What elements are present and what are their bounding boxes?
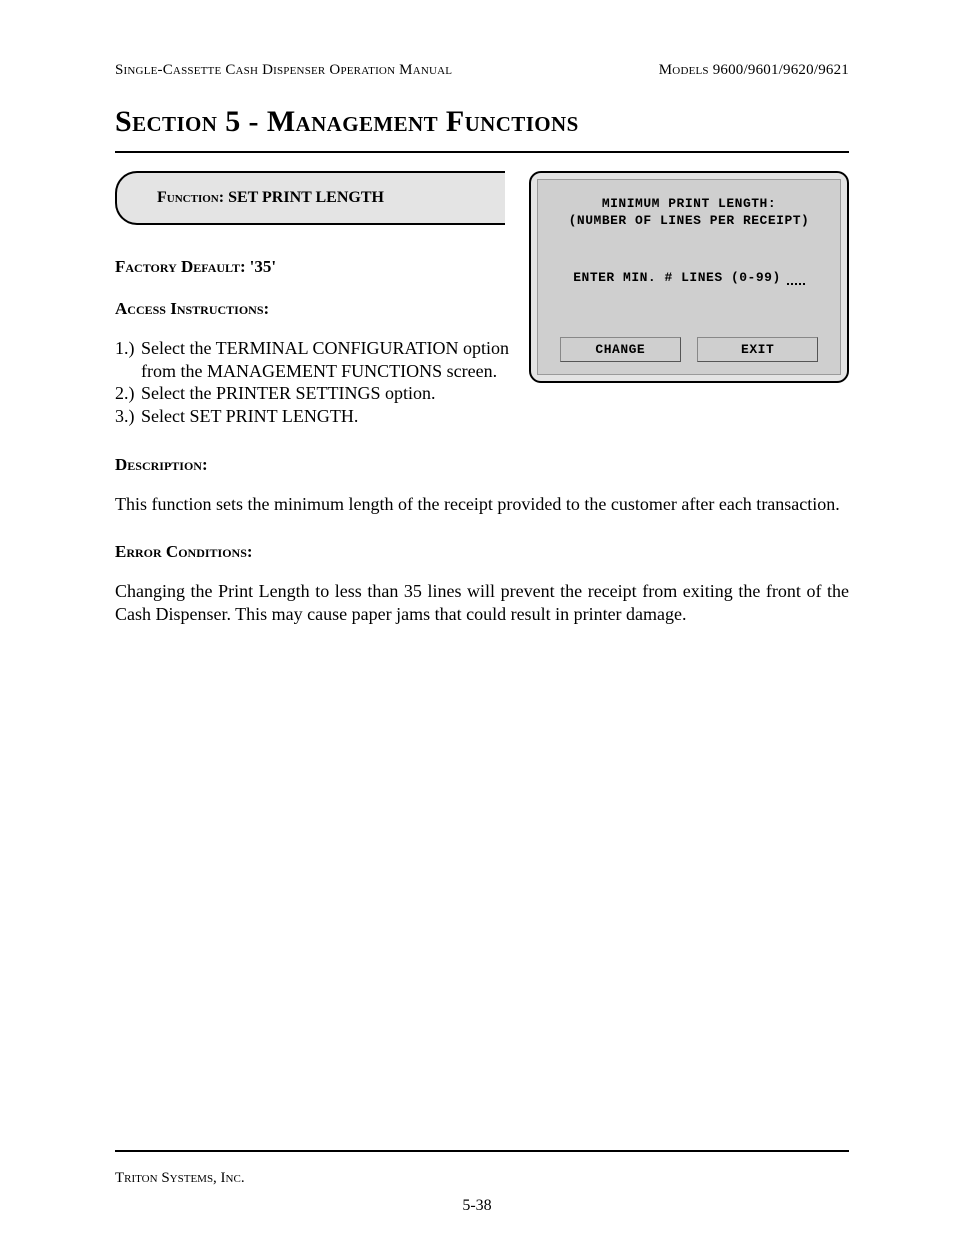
function-tab-container: Function: SET PRINT LENGTH <box>115 171 521 231</box>
error-conditions-text: Changing the Print Length to less than 3… <box>115 580 849 627</box>
page-footer: Triton Systems, Inc. <box>115 1150 849 1187</box>
change-button[interactable]: CHANGE <box>560 337 681 362</box>
description-text: This function sets the minimum length of… <box>115 493 849 516</box>
header-right: Models 9600/9601/9620/9621 <box>659 62 849 79</box>
content-row: Function: SET PRINT LENGTH Factory Defau… <box>115 171 849 427</box>
terminal-screen-frame: MINIMUM PRINT LENGTH: (NUMBER OF LINES P… <box>529 171 849 383</box>
step-3-number: 3.) <box>115 405 141 428</box>
screen-title-line2: (NUMBER OF LINES PER RECEIPT) <box>546 213 832 228</box>
section-title: Section 5 - Management Functions <box>115 105 849 139</box>
step-2-number: 2.) <box>115 382 141 405</box>
right-column: MINIMUM PRINT LENGTH: (NUMBER OF LINES P… <box>529 171 849 383</box>
screen-button-row: CHANGE EXIT <box>546 337 832 362</box>
header-left: Single-Cassette Cash Dispenser Operation… <box>115 62 452 79</box>
step-2-text: Select the PRINTER SETTINGS option. <box>141 382 521 405</box>
step-1: 1.) Select the TERMINAL CONFIGURATION op… <box>115 337 521 382</box>
access-instructions-label: Access Instructions: <box>115 299 269 318</box>
screen-input-slot[interactable] <box>787 273 805 285</box>
page-header: Single-Cassette Cash Dispenser Operation… <box>115 62 849 79</box>
function-name: SET PRINT LENGTH <box>228 189 384 206</box>
step-3: 3.) Select SET PRINT LENGTH. <box>115 405 521 428</box>
terminal-screen: MINIMUM PRINT LENGTH: (NUMBER OF LINES P… <box>537 179 841 375</box>
access-steps: 1.) Select the TERMINAL CONFIGURATION op… <box>115 337 521 427</box>
factory-default-value: '35' <box>250 257 276 276</box>
function-label: Function: <box>157 189 224 206</box>
step-3-text: Select SET PRINT LENGTH. <box>141 405 521 428</box>
step-1-text: Select the TERMINAL CONFIGURATION option… <box>141 337 521 382</box>
exit-button[interactable]: EXIT <box>697 337 818 362</box>
screen-input-row: ENTER MIN. # LINES (0-99) <box>546 270 832 285</box>
step-2: 2.) Select the PRINTER SETTINGS option. <box>115 382 521 405</box>
error-conditions-label: Error Conditions: <box>115 542 849 562</box>
manual-page: Single-Cassette Cash Dispenser Operation… <box>0 0 954 1235</box>
footer-company: Triton Systems, Inc. <box>115 1170 849 1187</box>
description-label: Description: <box>115 455 849 475</box>
access-instructions-heading: Access Instructions: <box>115 299 521 319</box>
screen-title-line1: MINIMUM PRINT LENGTH: <box>546 196 832 211</box>
function-tab: Function: SET PRINT LENGTH <box>115 171 505 225</box>
screen-input-prompt: ENTER MIN. # LINES (0-99) <box>573 270 781 285</box>
title-divider <box>115 151 849 153</box>
page-number: 5-38 <box>0 1197 954 1215</box>
left-column: Function: SET PRINT LENGTH Factory Defau… <box>115 171 529 427</box>
step-1-number: 1.) <box>115 337 141 382</box>
footer-divider <box>115 1150 849 1152</box>
factory-default-label: Factory Default: <box>115 257 246 276</box>
factory-default: Factory Default: '35' <box>115 257 521 277</box>
